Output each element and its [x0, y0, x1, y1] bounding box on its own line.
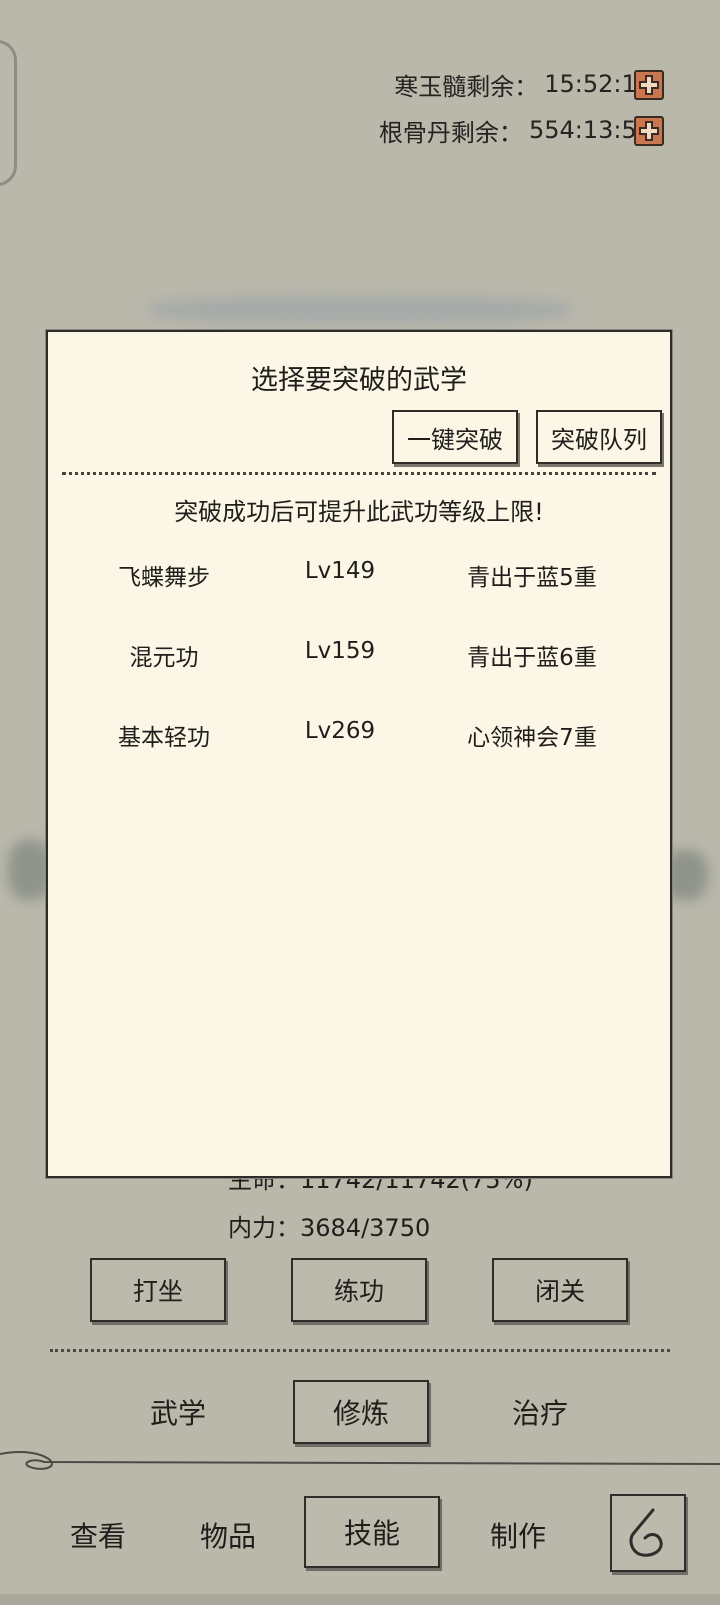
plus-icon [639, 75, 659, 95]
skill-row[interactable]: 混元功 Lv159 青出于蓝6重 [48, 638, 670, 678]
skill-name: 基本轻功 [118, 725, 210, 751]
skill-level: Lv159 [304, 638, 376, 664]
one-click-breakthrough-button[interactable]: 一键突破 [392, 410, 518, 464]
timer-row-hanyusui: 寒玉髓剩余： 15:52:14 [394, 66, 652, 102]
breakthrough-dialog: 选择要突破的武学 一键突破 突破队列 突破成功后可提升此武功等级上限! 飞蝶舞步… [46, 330, 672, 1178]
divider-dotted [50, 1349, 670, 1352]
tab-martial-arts[interactable]: 武学 [118, 1380, 238, 1444]
dialog-divider [62, 472, 656, 475]
ink-wash-top [150, 296, 570, 324]
skill-level: Lv269 [304, 718, 376, 744]
skill-row[interactable]: 飞蝶舞步 Lv149 青出于蓝5重 [48, 558, 670, 598]
bottom-strip [0, 1594, 720, 1605]
skill-stage: 心领神会7重 [467, 725, 597, 751]
seclusion-button[interactable]: 闭关 [492, 1258, 628, 1322]
nav-skills[interactable]: 技能 [304, 1496, 440, 1568]
practice-button[interactable]: 练功 [291, 1258, 427, 1322]
skill-level: Lv149 [304, 558, 376, 584]
left-edge-ornament [0, 40, 17, 186]
mp-stat: 内力：3684/3750 [228, 1214, 431, 1242]
timer-label: 寒玉髓剩余： [394, 72, 539, 101]
add-hanyusui-button[interactable] [634, 70, 664, 100]
skill-name: 飞蝶舞步 [118, 565, 210, 591]
plus-icon [639, 121, 659, 141]
skill-stage: 青出于蓝6重 [467, 645, 597, 671]
dialog-title: 选择要突破的武学 [251, 365, 467, 396]
breakthrough-queue-button[interactable]: 突破队列 [536, 410, 662, 464]
tab-healing[interactable]: 治疗 [480, 1380, 600, 1444]
skill-row[interactable]: 基本轻功 Lv269 心领神会7重 [48, 718, 670, 758]
back-icon [629, 1508, 663, 1557]
back-button[interactable] [610, 1494, 686, 1572]
skill-name: 混元功 [129, 645, 199, 671]
dialog-hint: 突破成功后可提升此武功等级上限! [174, 498, 544, 526]
timer-row-gengudan: 根骨丹剩余： 554:13:59 [379, 112, 652, 148]
timer-label: 根骨丹剩余： [378, 118, 523, 147]
add-gengudan-button[interactable] [634, 116, 664, 146]
nav-view[interactable]: 查看 [38, 1500, 158, 1570]
skill-stage: 青出于蓝5重 [467, 565, 597, 591]
nav-items[interactable]: 物品 [168, 1500, 288, 1570]
nav-crafting[interactable]: 制作 [458, 1500, 578, 1570]
tab-cultivation[interactable]: 修炼 [293, 1380, 429, 1444]
meditate-button[interactable]: 打坐 [90, 1258, 226, 1322]
wave-ornament [0, 1451, 720, 1470]
